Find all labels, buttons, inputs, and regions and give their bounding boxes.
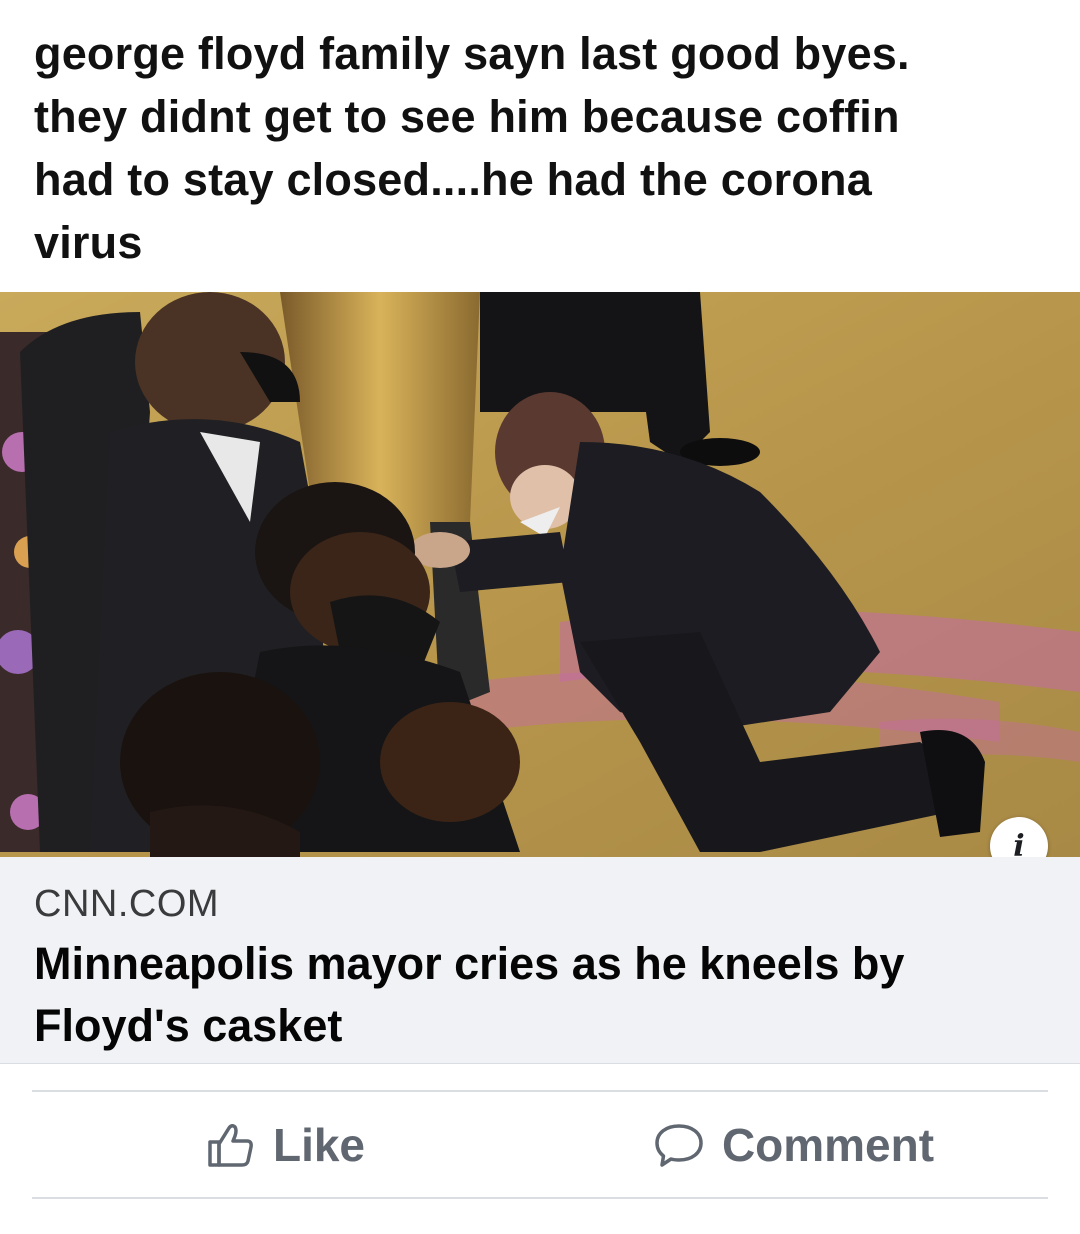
article-photo[interactable]: i	[0, 292, 1080, 857]
post-caption: george floyd family sayn last good byes.…	[34, 28, 910, 268]
link-title[interactable]: Minneapolis mayor cries as he kneels by …	[34, 933, 1054, 1057]
speech-bubble-icon	[654, 1122, 704, 1168]
link-domain: CNN.COM	[34, 883, 220, 925]
thumbs-up-icon	[207, 1122, 255, 1168]
facebook-post: george floyd family sayn last good byes.…	[0, 0, 1080, 1234]
like-label: Like	[272, 1118, 366, 1171]
link-preview-card[interactable]: i CNN.COM Minneapolis mayor cries as he …	[0, 292, 1080, 1064]
like-button[interactable]: Like	[32, 1092, 540, 1197]
link-preview-footer[interactable]: CNN.COM Minneapolis mayor cries as he kn…	[0, 857, 1080, 1064]
post-action-bar: Like Comment	[32, 1090, 1048, 1199]
photo-illustration	[0, 292, 1080, 857]
comment-button[interactable]: Comment	[540, 1092, 1048, 1197]
comment-label: Comment	[721, 1118, 935, 1171]
